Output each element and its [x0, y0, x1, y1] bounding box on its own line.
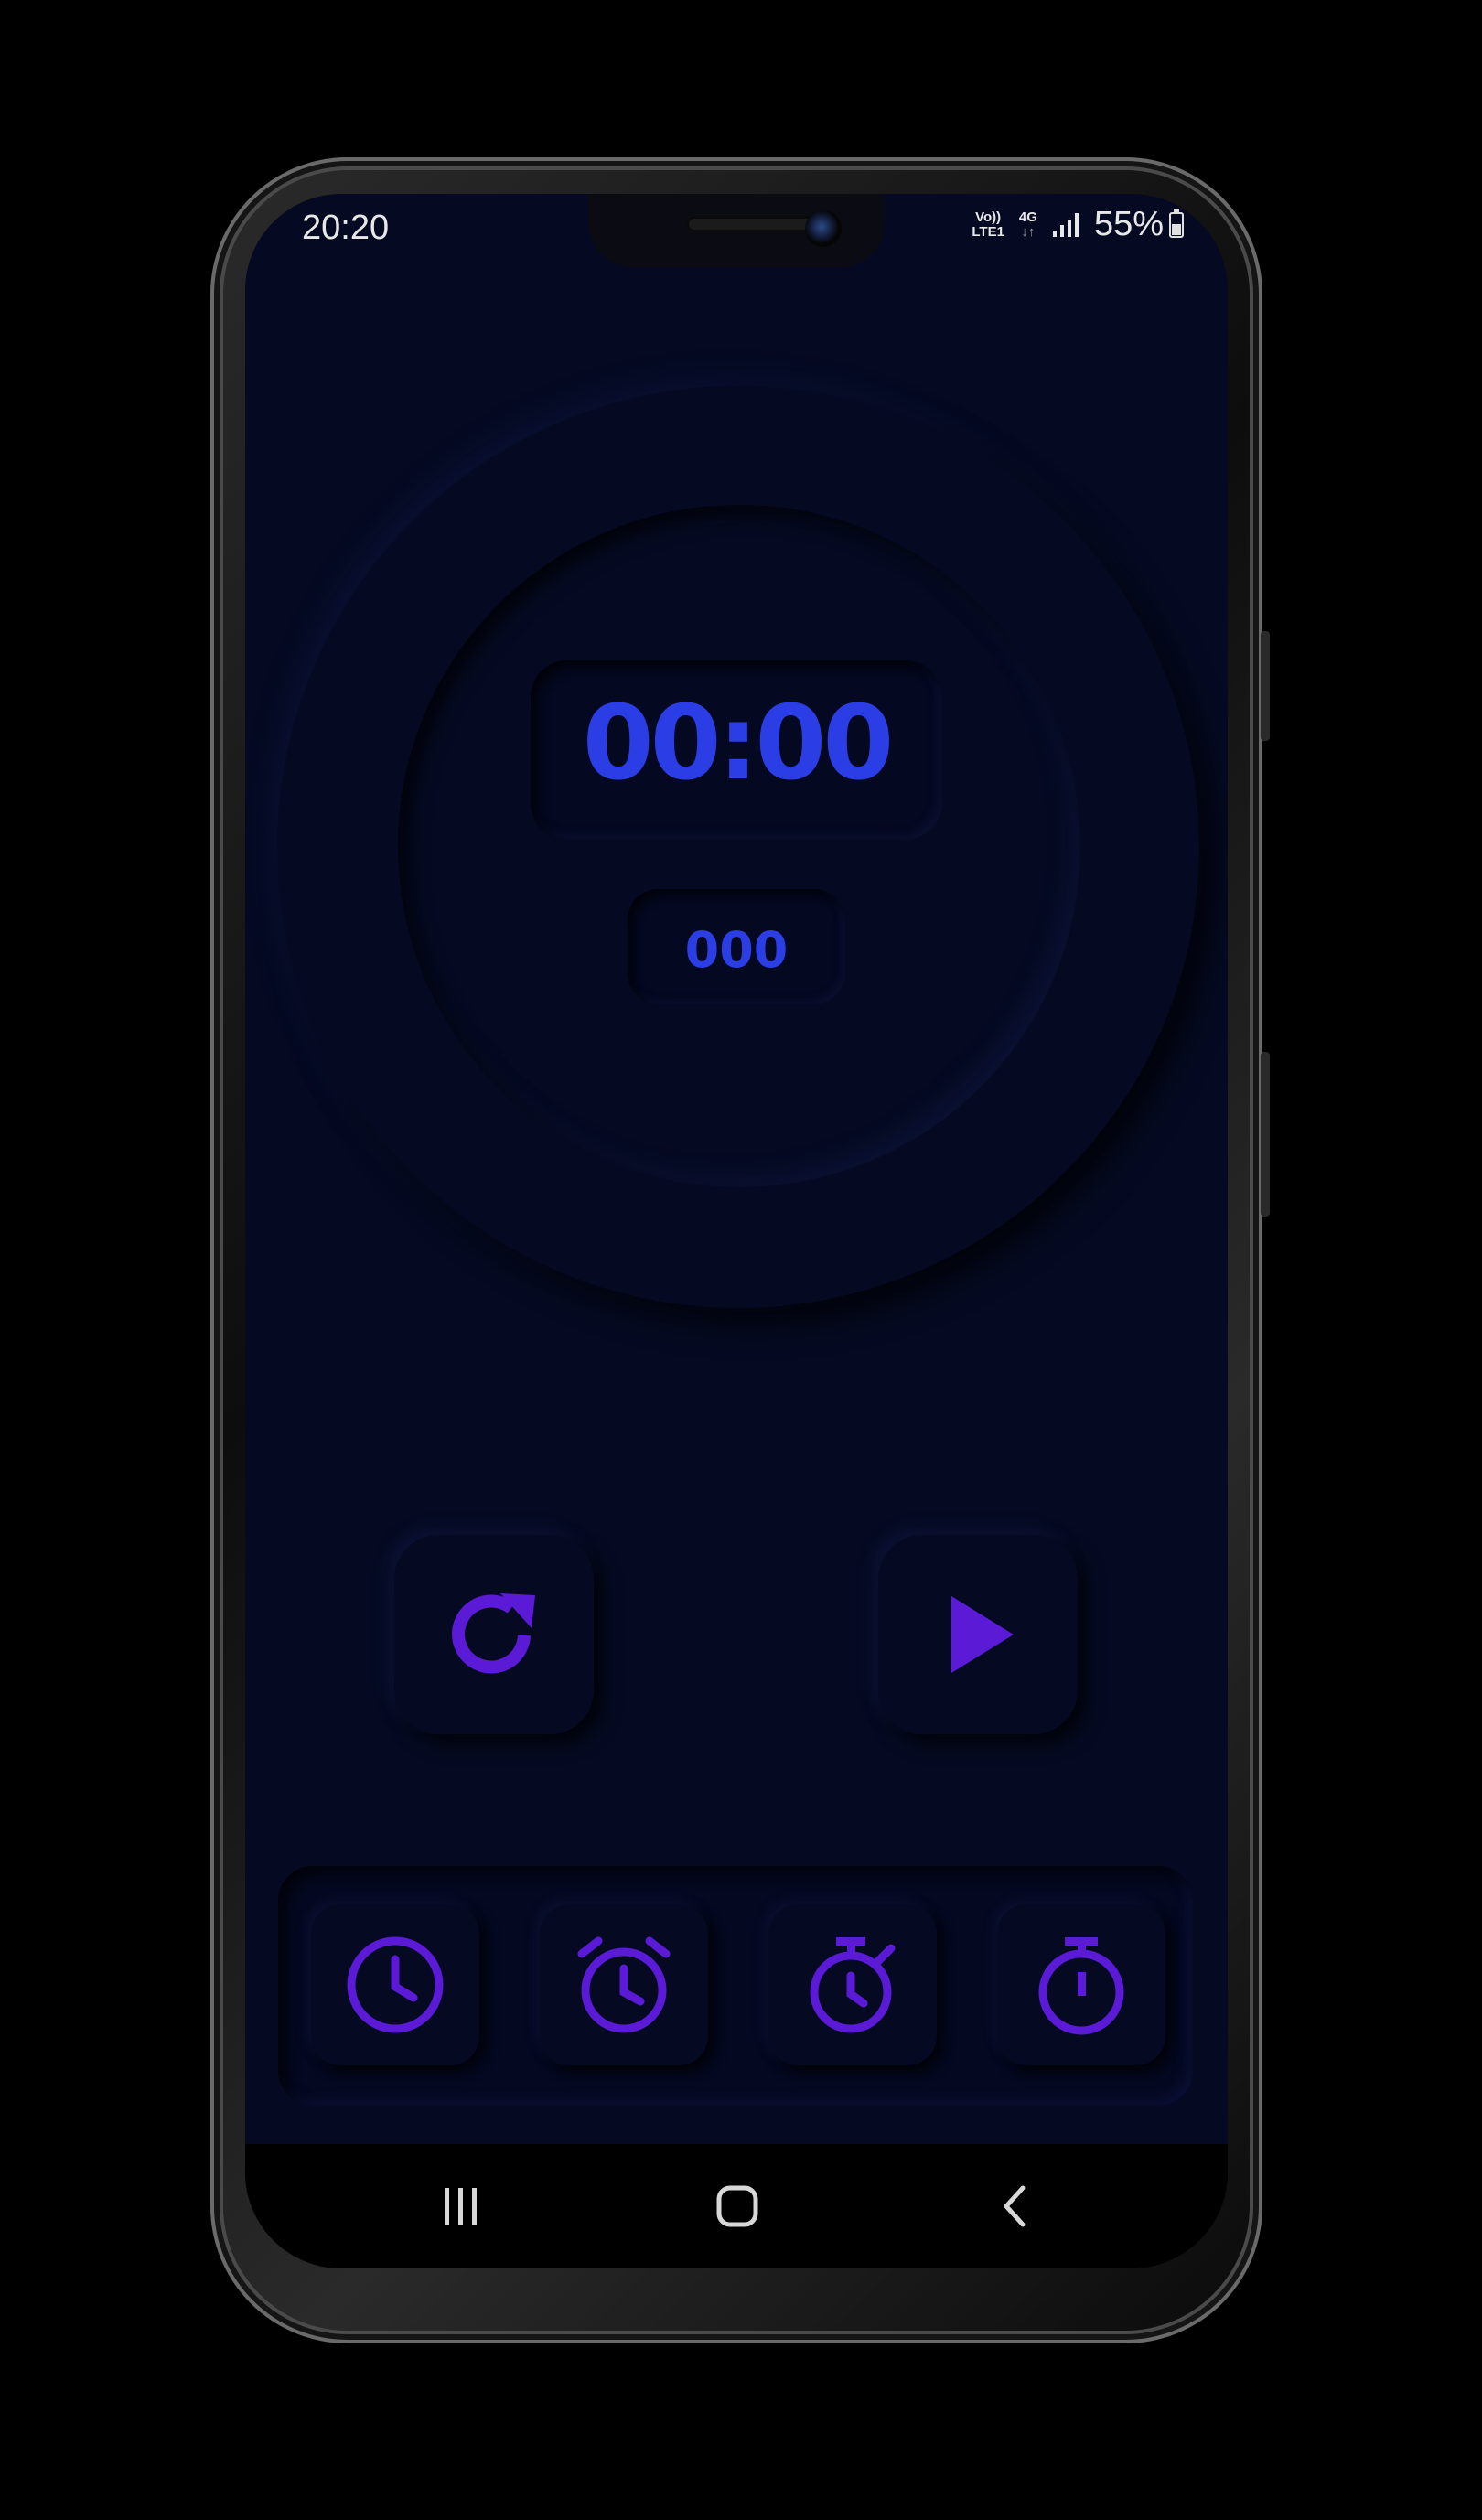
status-time: 20:20 [302, 209, 390, 247]
status-icons: Vo)) LTE1 4G ↓↑ 55% [972, 205, 1184, 244]
alarm-clock-icon [577, 1936, 671, 2033]
tab-timer[interactable] [768, 1904, 937, 2065]
stopwatch-icon [1038, 1937, 1124, 2035]
battery-percent: 55% [1093, 205, 1164, 243]
timer-icon [810, 1937, 896, 2033]
volume-button [1261, 1052, 1270, 1217]
front-camera [805, 210, 842, 247]
signal-icon [1052, 212, 1079, 237]
earpiece-speaker [686, 216, 823, 232]
clock-icon [347, 1936, 444, 2033]
battery-icon [1169, 208, 1184, 238]
start-button[interactable] [878, 1535, 1078, 1734]
tab-stopwatch[interactable] [997, 1904, 1165, 2065]
tab-alarm[interactable] [540, 1904, 708, 2065]
tab-clock[interactable] [311, 1904, 479, 2065]
elapsed-milliseconds: 000 [684, 921, 789, 979]
network-line1: 4G [1018, 209, 1037, 225]
back-icon [1004, 2185, 1026, 2227]
elapsed-time: 00:00 [582, 684, 895, 803]
back-button[interactable] [983, 2173, 1048, 2239]
refresh-icon [452, 1593, 535, 1674]
dial-inner-ring [398, 505, 1080, 1187]
network-type-indicator: 4G ↓↑ [1018, 209, 1037, 240]
network-line2: ↓↑ [1021, 223, 1036, 240]
volte-line2: LTE1 [972, 223, 1004, 240]
reset-button[interactable] [394, 1535, 594, 1734]
home-icon [716, 2185, 758, 2227]
screen: 20:20 Vo)) LTE1 4G ↓↑ 55% 00:00 000 [245, 194, 1228, 2268]
power-button [1261, 631, 1270, 741]
recent-apps-icon [445, 2188, 477, 2225]
system-navigation-bar [245, 2144, 1228, 2268]
recent-apps-button[interactable] [428, 2173, 494, 2239]
volte-indicator: Vo)) LTE1 [972, 209, 1004, 240]
play-icon [951, 1596, 1014, 1673]
volte-line1: Vo)) [975, 209, 1002, 225]
home-button[interactable] [704, 2173, 770, 2239]
